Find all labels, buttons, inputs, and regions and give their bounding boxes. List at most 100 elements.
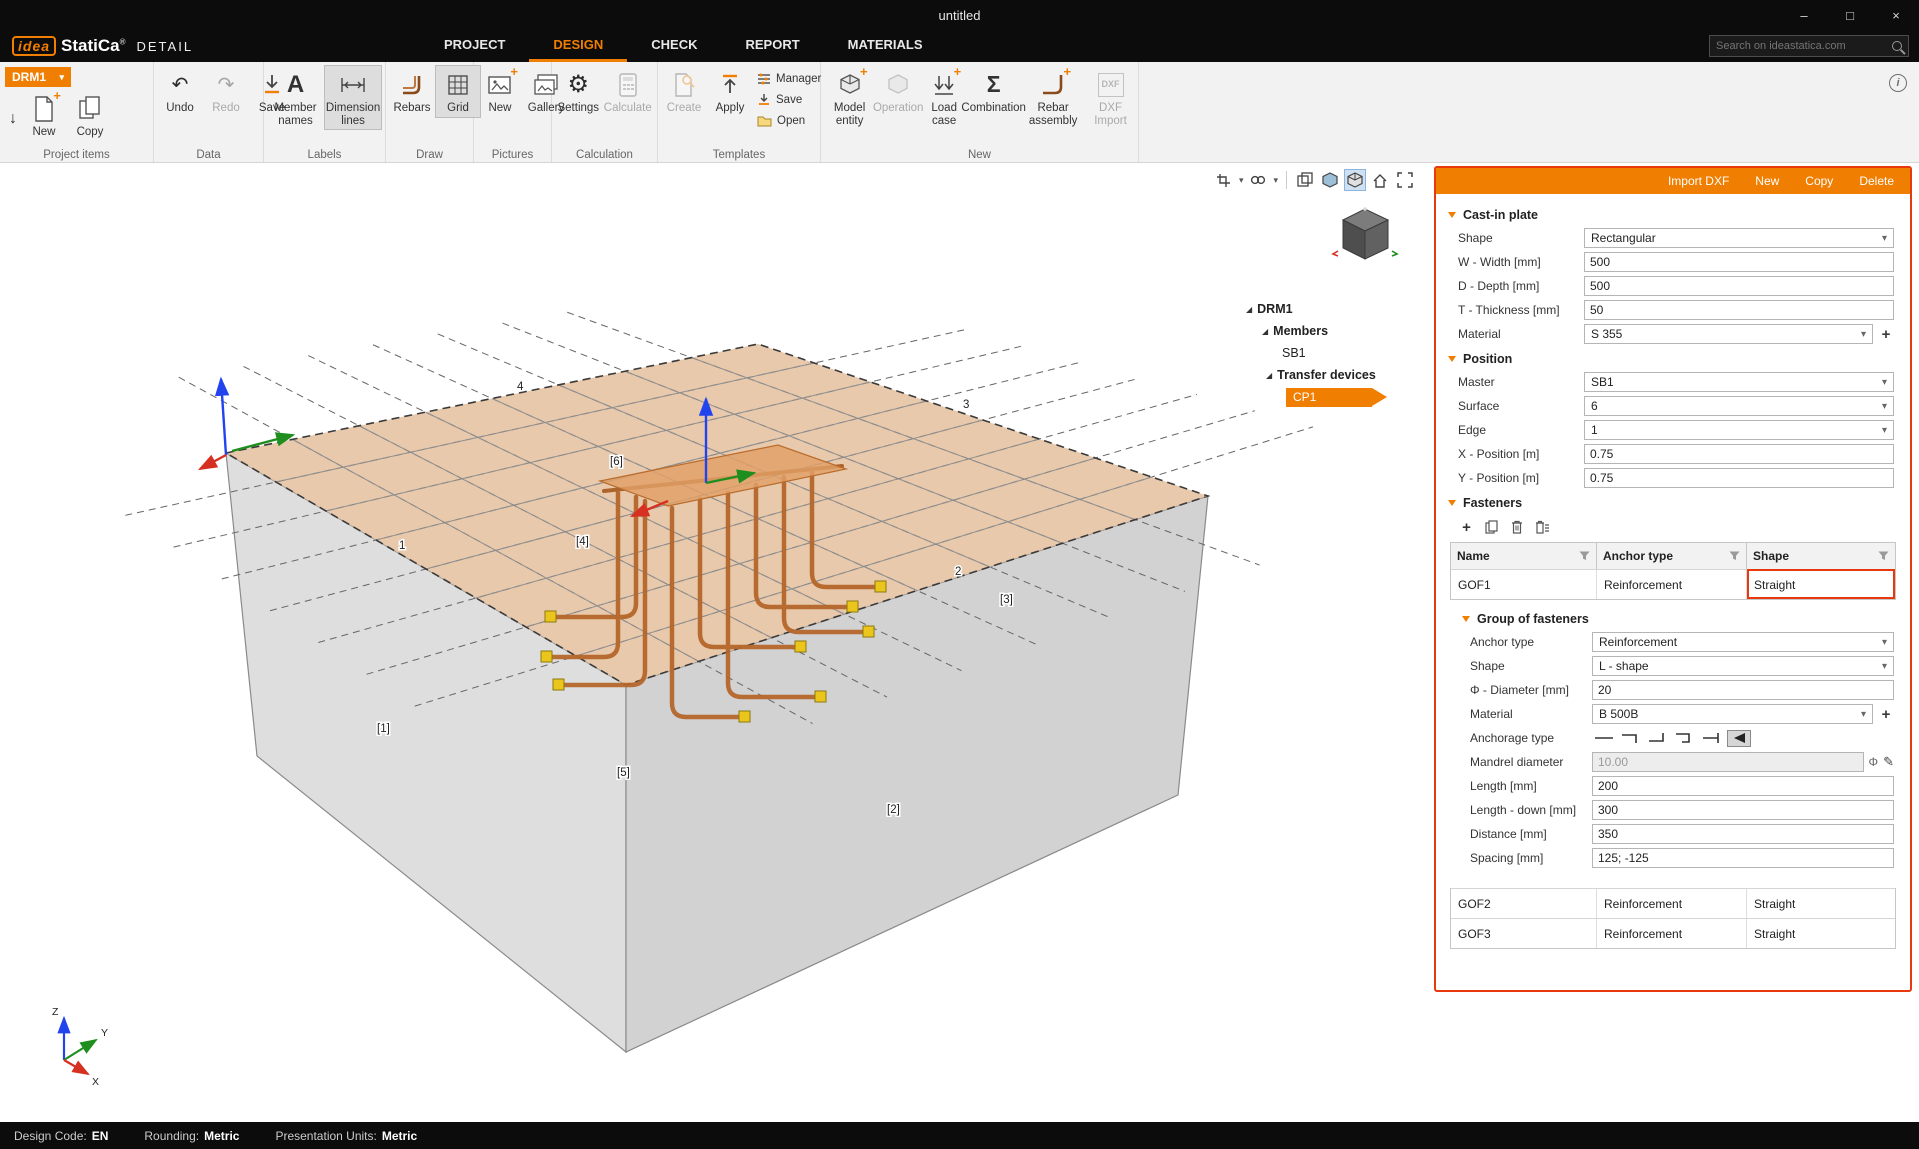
menu-report[interactable]: REPORT bbox=[721, 30, 823, 62]
undo-button[interactable]: ↶ Undo bbox=[157, 65, 203, 118]
y-position-input[interactable] bbox=[1584, 468, 1894, 488]
wireframe-view-icon[interactable] bbox=[1294, 169, 1316, 191]
edit-pencil-icon[interactable]: ✎ bbox=[1883, 754, 1894, 770]
zoom-fit-icon[interactable] bbox=[1394, 169, 1416, 191]
tree-item-sb1[interactable]: SB1 bbox=[1246, 342, 1424, 364]
table-row-gof3[interactable]: GOF3 Reinforcement Straight bbox=[1451, 918, 1895, 948]
x-position-input[interactable] bbox=[1584, 444, 1894, 464]
surface-select[interactable]: 6 ▾ bbox=[1584, 396, 1894, 416]
anchorage-bend-up-icon[interactable] bbox=[1646, 730, 1670, 747]
delete-button[interactable]: Delete bbox=[1859, 174, 1894, 188]
section-position[interactable]: Position bbox=[1442, 348, 1904, 370]
anchorage-selected-icon[interactable] bbox=[1727, 729, 1751, 747]
shaded-view-icon[interactable] bbox=[1344, 169, 1366, 191]
load-case-button[interactable]: + Load case bbox=[921, 64, 967, 130]
menu-project[interactable]: PROJECT bbox=[420, 30, 529, 62]
tree-expanded-icon[interactable]: ◢ bbox=[1262, 327, 1268, 336]
info-icon[interactable]: i bbox=[1889, 74, 1907, 92]
section-fasteners[interactable]: Fasteners bbox=[1442, 492, 1904, 514]
anchorage-bend-down-icon[interactable] bbox=[1619, 730, 1643, 747]
column-header-shape[interactable]: Shape bbox=[1747, 543, 1895, 569]
tree-item-drm1[interactable]: ◢ DRM1 bbox=[1246, 298, 1424, 320]
chevron-down-icon[interactable]: ▾ bbox=[1238, 175, 1245, 186]
tree-expanded-icon[interactable]: ◢ bbox=[1246, 305, 1252, 314]
search-box[interactable] bbox=[1709, 35, 1909, 57]
navigation-cube[interactable] bbox=[1330, 201, 1400, 267]
member-names-toggle[interactable]: A Member names bbox=[267, 65, 324, 130]
active-project-item-dropdown[interactable]: DRM1 ▾ bbox=[5, 67, 71, 87]
new-picture-button[interactable]: + New bbox=[477, 64, 523, 118]
section-plane-icon[interactable] bbox=[1213, 169, 1235, 191]
duplicate-fastener-button[interactable] bbox=[1483, 519, 1500, 536]
combination-button[interactable]: Σ Combination bbox=[961, 65, 1026, 118]
apply-template-button[interactable]: Apply bbox=[707, 65, 753, 118]
anchorage-straight-icon[interactable] bbox=[1592, 730, 1616, 747]
plate-material-select[interactable]: S 355 ▾ bbox=[1584, 324, 1873, 344]
maximize-button[interactable]: □ bbox=[1827, 0, 1873, 30]
plate-thickness-input[interactable] bbox=[1584, 300, 1894, 320]
add-material-button[interactable]: + bbox=[1878, 326, 1894, 343]
item-navigate-down-icon[interactable]: ↓ bbox=[3, 104, 21, 142]
collapse-chevron-icon[interactable] bbox=[1448, 500, 1456, 506]
spacing-input[interactable] bbox=[1592, 848, 1894, 868]
plate-shape-select[interactable]: Rectangular ▾ bbox=[1584, 228, 1894, 248]
filter-icon[interactable] bbox=[1878, 551, 1889, 561]
add-fastener-button[interactable]: + bbox=[1458, 519, 1475, 536]
settings-button[interactable]: ⚙ Settings bbox=[555, 65, 602, 118]
filter-icon[interactable] bbox=[1729, 551, 1740, 561]
template-manager-button[interactable]: Manager bbox=[753, 69, 825, 88]
copy-project-item-button[interactable]: Copy bbox=[67, 89, 113, 142]
tree-item-cp1[interactable]: CP1 bbox=[1246, 386, 1424, 408]
length-input[interactable] bbox=[1592, 776, 1894, 796]
copy-button[interactable]: Copy bbox=[1805, 174, 1833, 188]
edge-select[interactable]: 1 ▾ bbox=[1584, 420, 1894, 440]
column-header-anchor-type[interactable]: Anchor type bbox=[1597, 543, 1747, 569]
add-material-button[interactable]: + bbox=[1878, 706, 1894, 723]
master-select[interactable]: SB1 ▾ bbox=[1584, 372, 1894, 392]
tree-expanded-icon[interactable]: ◢ bbox=[1266, 371, 1272, 380]
selected-item-banner[interactable]: CP1 bbox=[1286, 387, 1387, 407]
menu-check[interactable]: CHECK bbox=[627, 30, 721, 62]
home-view-icon[interactable] bbox=[1369, 169, 1391, 191]
distance-input[interactable] bbox=[1592, 824, 1894, 844]
collapse-chevron-icon[interactable] bbox=[1462, 616, 1470, 622]
close-button[interactable]: × bbox=[1873, 0, 1919, 30]
anchorage-hook-icon[interactable] bbox=[1673, 730, 1697, 747]
anchorage-head-icon[interactable] bbox=[1700, 730, 1724, 747]
collapse-chevron-icon[interactable] bbox=[1448, 356, 1456, 362]
collapse-chevron-icon[interactable] bbox=[1448, 212, 1456, 218]
new-fastener-group-button[interactable]: New bbox=[1755, 174, 1779, 188]
section-cast-in-plate[interactable]: Cast-in plate bbox=[1442, 204, 1904, 226]
fastener-shape-select[interactable]: L - shape ▾ bbox=[1592, 656, 1894, 676]
dimension-lines-toggle[interactable]: Dimension lines bbox=[324, 65, 382, 131]
selected-cell[interactable]: Straight bbox=[1747, 569, 1895, 599]
menu-materials[interactable]: MATERIALS bbox=[824, 30, 947, 62]
plate-width-input[interactable] bbox=[1584, 252, 1894, 272]
solid-view-icon[interactable] bbox=[1319, 169, 1341, 191]
import-dxf-button[interactable]: Import DXF bbox=[1668, 174, 1729, 188]
3d-scene-canvas[interactable]: 4 3 1 2 [6] [4] [3] [1] [5] [2] Z Y X bbox=[0, 163, 1428, 1122]
section-group-of-fasteners[interactable]: Group of fasteners bbox=[1442, 608, 1904, 630]
minimize-button[interactable]: – bbox=[1781, 0, 1827, 30]
delete-all-fasteners-button[interactable] bbox=[1533, 519, 1550, 536]
3d-viewport[interactable]: 4 3 1 2 [6] [4] [3] [1] [5] [2] Z Y X ▾ … bbox=[0, 163, 1428, 1122]
search-icon[interactable] bbox=[1892, 41, 1902, 51]
table-row-gof1[interactable]: GOF1 Reinforcement Straight bbox=[1451, 569, 1895, 599]
anchor-type-select[interactable]: Reinforcement ▾ bbox=[1592, 632, 1894, 652]
tree-item-transfer-devices[interactable]: ◢ Transfer devices bbox=[1246, 364, 1424, 386]
clip-planes-icon[interactable] bbox=[1247, 169, 1269, 191]
rebar-assembly-button[interactable]: + Rebar assembly bbox=[1020, 64, 1086, 130]
template-save-button[interactable]: Save bbox=[753, 90, 825, 109]
search-input[interactable] bbox=[1716, 40, 1887, 52]
table-row-gof2[interactable]: GOF2 Reinforcement Straight bbox=[1451, 888, 1895, 918]
model-entity-button[interactable]: + Model entity bbox=[824, 64, 875, 130]
fastener-material-select[interactable]: B 500B ▾ bbox=[1592, 704, 1873, 724]
diameter-input[interactable] bbox=[1592, 680, 1894, 700]
filter-icon[interactable] bbox=[1579, 551, 1590, 561]
new-project-item-button[interactable]: + New bbox=[21, 88, 67, 142]
menu-design[interactable]: DESIGN bbox=[529, 30, 628, 62]
delete-fastener-button[interactable] bbox=[1508, 519, 1525, 536]
rebars-button[interactable]: Rebars bbox=[389, 65, 435, 118]
length-down-input[interactable] bbox=[1592, 800, 1894, 820]
column-header-name[interactable]: Name bbox=[1451, 543, 1597, 569]
